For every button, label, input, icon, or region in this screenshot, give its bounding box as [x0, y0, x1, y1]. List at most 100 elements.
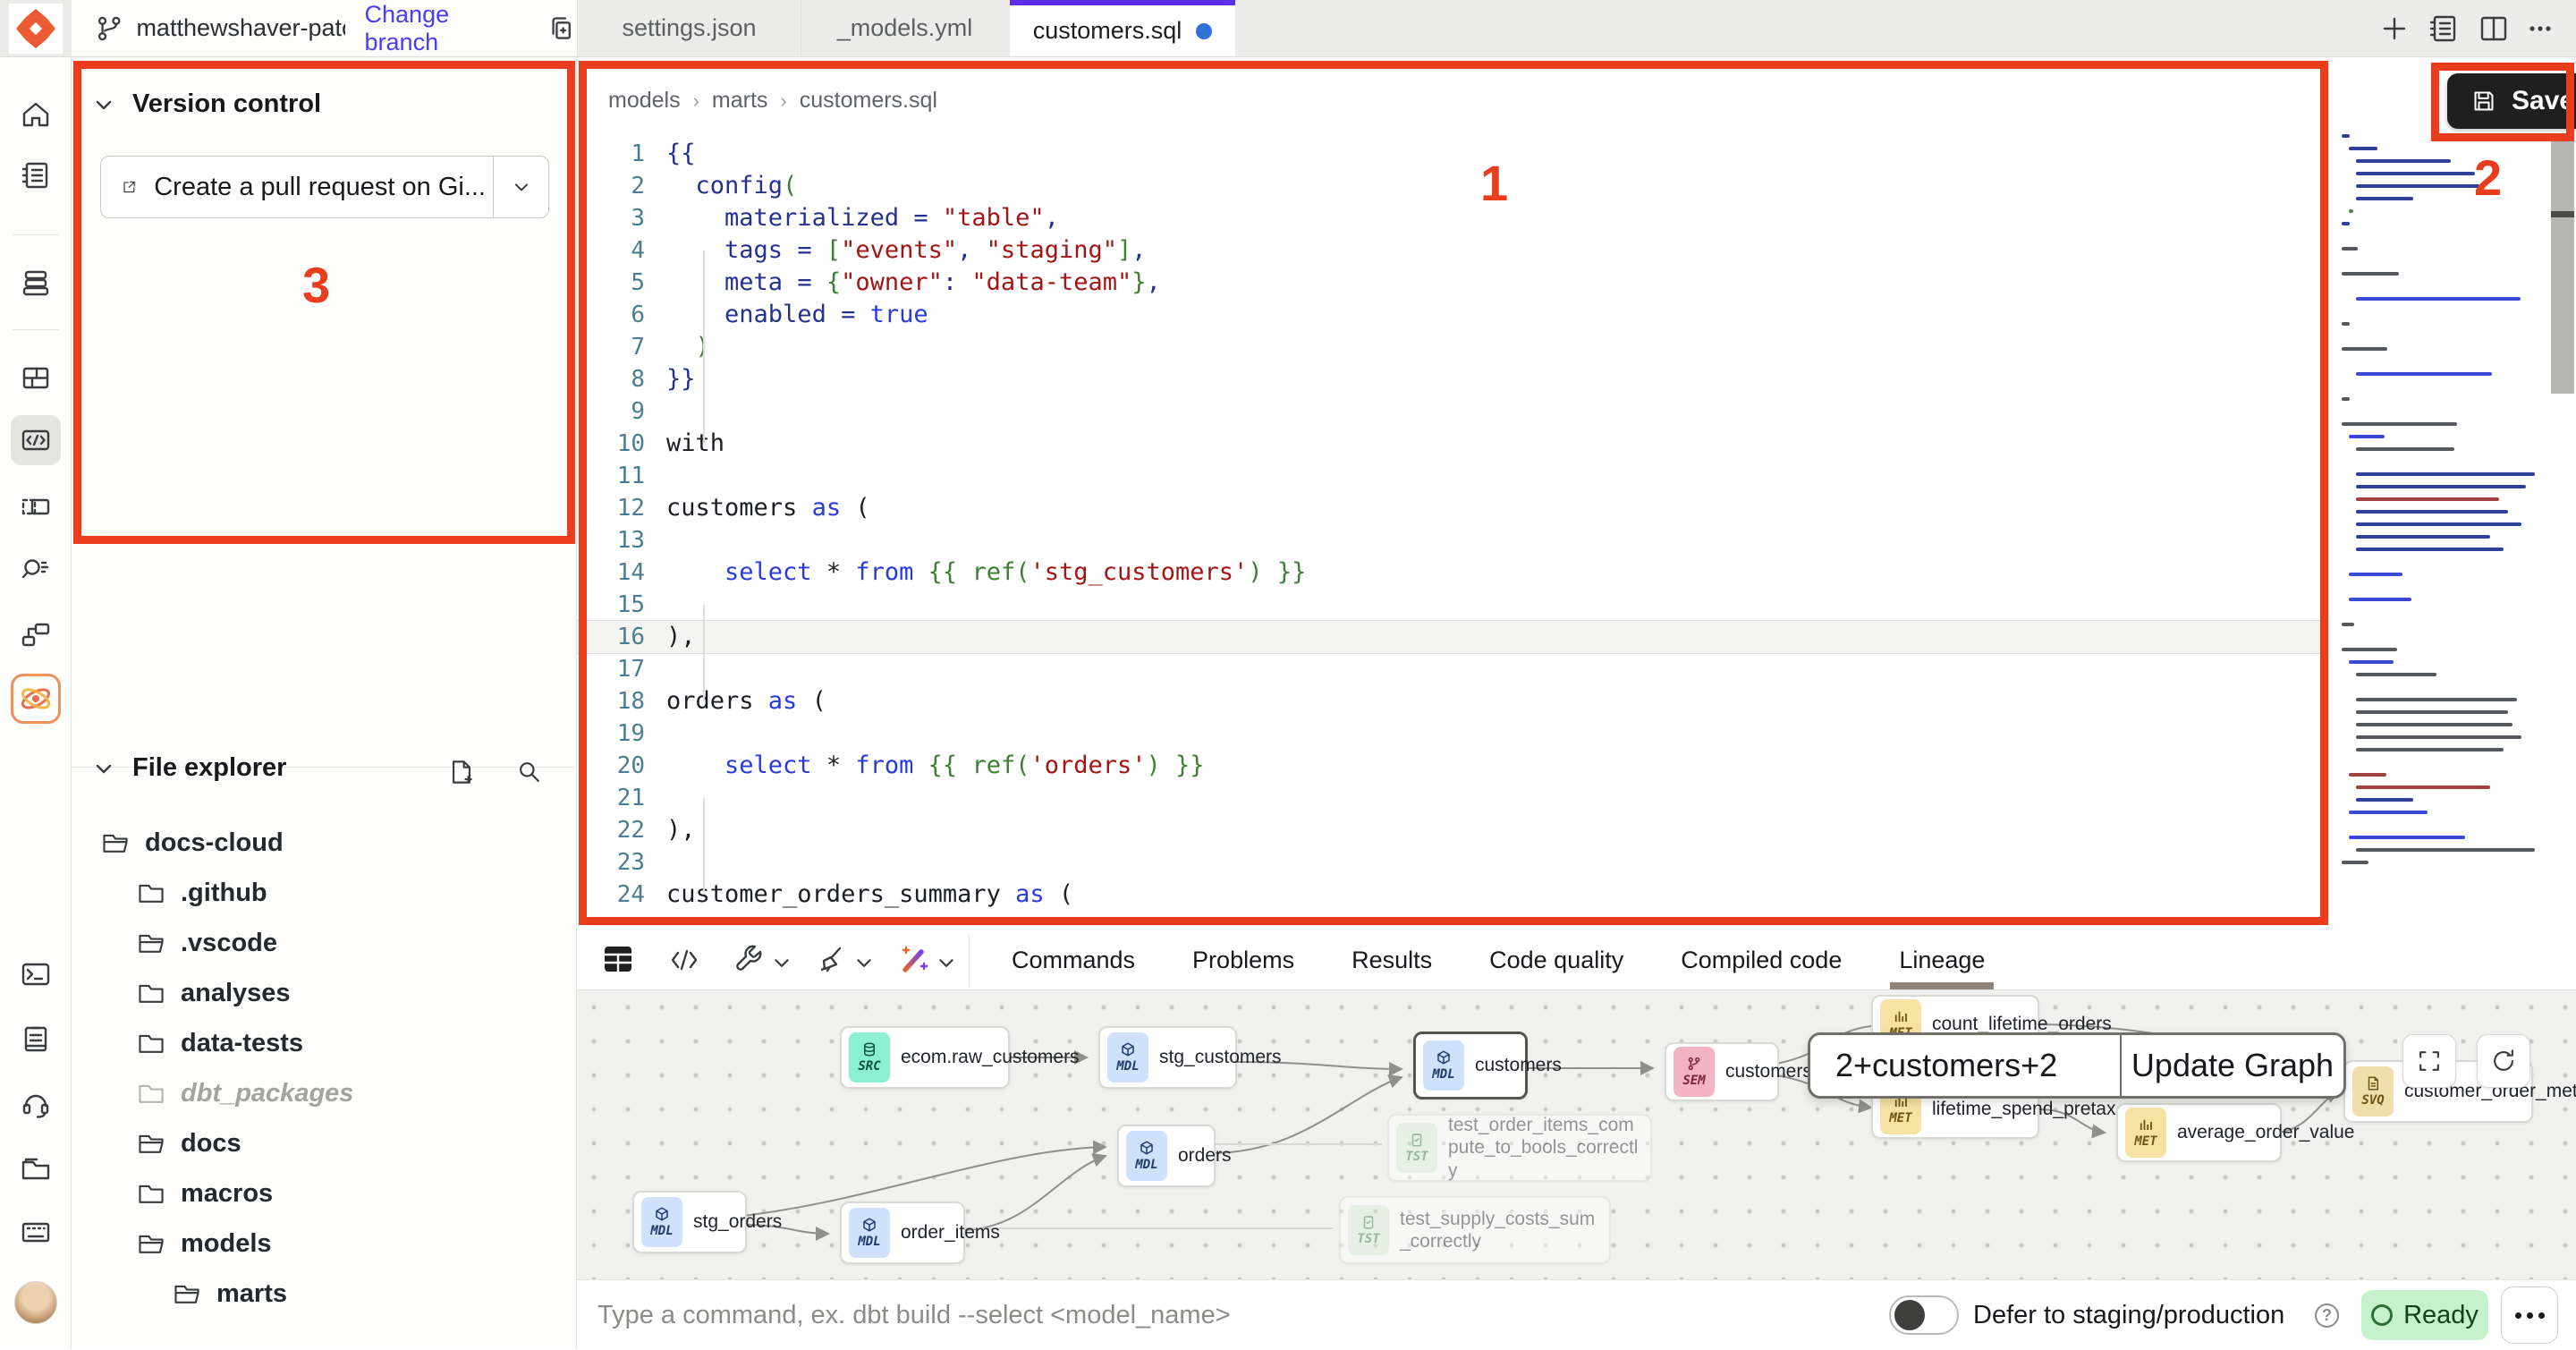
code-line[interactable]: 14 select * from {{ ref('stg_customers')…	[577, 556, 2576, 589]
lineage-graph[interactable]: SRC ecom.raw_customers MDL stg_customers…	[577, 989, 2576, 1279]
lineage-node[interactable]: SRC ecom.raw_customers	[840, 1026, 1010, 1089]
lineage-node[interactable]: MDL order_items	[840, 1201, 965, 1264]
code-line[interactable]: 18orders as (	[577, 685, 2576, 717]
user-avatar[interactable]	[14, 1281, 57, 1324]
code-line[interactable]: 19	[577, 717, 2576, 750]
split-view-icon[interactable]	[2476, 11, 2512, 47]
build-wrench-icon[interactable]	[731, 942, 767, 978]
code-editor-icon[interactable]	[11, 415, 61, 465]
fullscreen-button[interactable]	[2402, 1034, 2456, 1088]
keypad-icon[interactable]	[11, 1207, 61, 1257]
code-editor[interactable]: models › marts › customers.sql 1{{2 conf…	[577, 57, 2576, 930]
update-graph-button[interactable]: Update Graph	[2120, 1035, 2343, 1096]
code-line[interactable]: 8}}	[577, 363, 2576, 395]
code-line[interactable]: 21	[577, 782, 2576, 814]
lineage-selector-input[interactable]: 2+customers+2	[1810, 1035, 2120, 1096]
save-button[interactable]: Save	[2447, 73, 2576, 129]
compiled-code-icon[interactable]	[666, 942, 702, 978]
results-table-icon[interactable]	[601, 942, 635, 976]
tab-settings-json[interactable]: settings.json	[577, 0, 801, 56]
format-broom-icon[interactable]	[813, 942, 849, 978]
chevron-down-icon[interactable]	[852, 952, 876, 975]
create-pr-dropdown[interactable]	[493, 157, 548, 217]
code-line[interactable]: 2 config(	[577, 170, 2576, 202]
tree-item-docs-cloud[interactable]: docs-cloud	[72, 818, 577, 868]
tree-item-.github[interactable]: .github	[72, 868, 577, 918]
code-line[interactable]: 13	[577, 524, 2576, 556]
code-lines[interactable]: 1{{2 config(3 materialized = "table",4 t…	[577, 138, 2576, 911]
tab-customers-sql[interactable]: customers.sql	[1010, 0, 1235, 56]
command-more-button[interactable]	[2501, 1286, 2558, 1344]
folder-icon[interactable]	[11, 1143, 61, 1193]
chevron-down-icon[interactable]	[935, 952, 958, 975]
tab-problems[interactable]: Problems	[1192, 930, 1294, 989]
ai-magic-pen-icon[interactable]	[895, 942, 931, 978]
code-line[interactable]: 15	[577, 589, 2576, 621]
copy-icon[interactable]	[545, 12, 577, 46]
help-icon[interactable]: ?	[2315, 1303, 2339, 1328]
create-pr-button[interactable]: Create a pull request on Gi...	[101, 157, 493, 217]
tab-results[interactable]: Results	[1352, 930, 1432, 989]
code-line[interactable]: 9	[577, 395, 2576, 428]
code-line[interactable]: 24customer_orders_summary as (	[577, 879, 2576, 911]
code-line[interactable]: 6 enabled = true	[577, 299, 2576, 331]
code-line[interactable]: 22),	[577, 814, 2576, 846]
defer-toggle[interactable]	[1889, 1295, 1959, 1335]
frame-select-icon[interactable]	[11, 481, 61, 531]
code-line[interactable]: 12customers as (	[577, 492, 2576, 524]
code-line[interactable]: 17	[577, 653, 2576, 685]
lineage-node[interactable]: MDL stg_orders	[632, 1191, 747, 1253]
flow-icon[interactable]	[11, 609, 61, 659]
code-line[interactable]: 23	[577, 846, 2576, 879]
layers-icon[interactable]	[11, 258, 61, 308]
home-icon[interactable]	[11, 89, 61, 140]
minimap[interactable]	[2342, 134, 2538, 921]
refresh-graph-button[interactable]	[2477, 1034, 2530, 1088]
tab-code-quality[interactable]: Code quality	[1489, 930, 1623, 989]
change-branch-link[interactable]: Change branch	[365, 1, 523, 56]
code-line[interactable]: 5 meta = {"owner": "data-team"},	[577, 267, 2576, 299]
lineage-node[interactable]: SEM customers	[1665, 1042, 1779, 1101]
code-line[interactable]: 16),	[577, 621, 2321, 653]
version-control-header[interactable]: Version control	[91, 89, 321, 119]
tab-models-yml[interactable]: _models.yml	[801, 0, 1008, 56]
clipboard-icon[interactable]	[11, 1014, 61, 1064]
code-line[interactable]: 1{{	[577, 138, 2576, 170]
command-input[interactable]: Type a command, ex. dbt build --select <…	[597, 1280, 1231, 1350]
grid-icon[interactable]	[11, 352, 61, 403]
new-file-icon[interactable]	[446, 757, 477, 787]
file-explorer-header[interactable]: File explorer	[91, 753, 286, 783]
lineage-node[interactable]: MDL stg_customers	[1098, 1026, 1237, 1089]
search-icon[interactable]	[514, 757, 545, 787]
tree-item-docs[interactable]: docs	[72, 1118, 577, 1168]
chevron-down-icon[interactable]	[770, 952, 793, 975]
headset-icon[interactable]	[11, 1079, 61, 1129]
code-line[interactable]: 3 materialized = "table",	[577, 202, 2576, 234]
tree-item-dbt_packages[interactable]: dbt_packages	[72, 1068, 577, 1118]
top-more-icon[interactable]	[2522, 11, 2558, 47]
tree-item-macros[interactable]: macros	[72, 1168, 577, 1218]
new-tab-icon[interactable]	[2377, 11, 2412, 47]
status-badge[interactable]: Ready	[2361, 1290, 2488, 1340]
code-line[interactable]: 4 tags = ["events", "staging"],	[577, 234, 2576, 267]
app-logo[interactable]	[9, 4, 63, 54]
tree-item-marts[interactable]: marts	[72, 1269, 577, 1319]
code-line[interactable]: 20 select * from {{ ref('orders') }}	[577, 750, 2576, 782]
editor-scrollbar[interactable]	[2551, 134, 2574, 394]
lineage-node[interactable]: MDL orders	[1117, 1125, 1216, 1187]
code-line[interactable]: 11	[577, 460, 2576, 492]
terminal-icon[interactable]	[11, 949, 61, 999]
tree-item-.vscode[interactable]: .vscode	[72, 918, 577, 968]
lineage-node-test[interactable]: TST test_supply_costs_sum_correctly	[1339, 1196, 1611, 1264]
notebook-icon[interactable]	[11, 150, 61, 200]
dbt-insights-icon[interactable]	[11, 674, 61, 724]
tree-item-analyses[interactable]: analyses	[72, 968, 577, 1018]
lineage-node-test[interactable]: TST test_order_items_compute_to_bools_co…	[1387, 1114, 1652, 1182]
tab-lineage[interactable]: Lineage	[1899, 930, 1985, 989]
code-line[interactable]: 7 )	[577, 331, 2576, 363]
code-line[interactable]: 10with	[577, 428, 2576, 460]
notebook-panel-icon[interactable]	[2426, 11, 2462, 47]
tab-compiled-code[interactable]: Compiled code	[1681, 930, 1842, 989]
tree-item-data-tests[interactable]: data-tests	[72, 1018, 577, 1068]
audit-search-icon[interactable]	[11, 543, 61, 593]
